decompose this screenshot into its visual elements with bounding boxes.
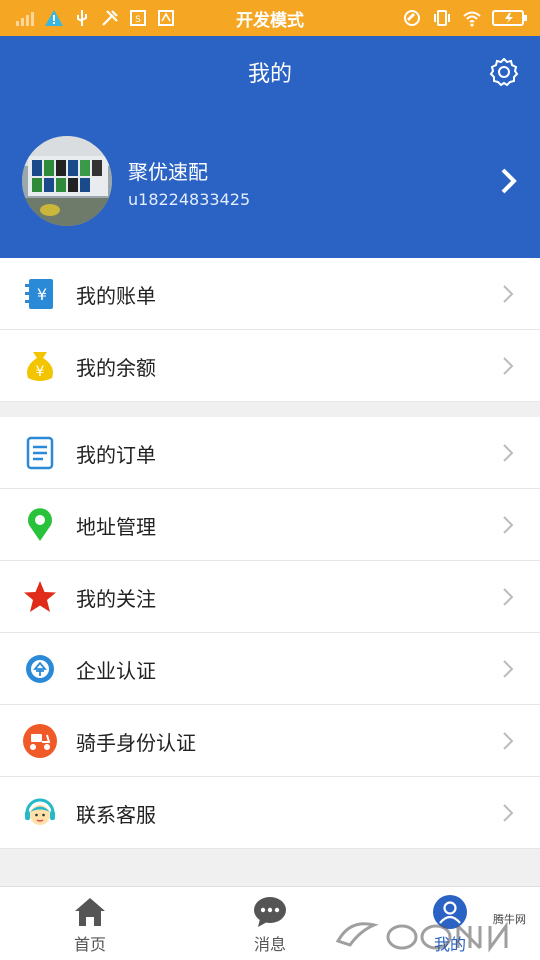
menu-item-label: 联系客服 (76, 803, 156, 827)
chevron-right-icon (503, 444, 514, 462)
status-bar: S 开发模式 (0, 0, 540, 36)
bottom-navigation: 首页 消息 我的 腾牛网 (0, 886, 540, 960)
chat-bubble-icon (254, 897, 286, 927)
menu-item-label: 地址管理 (76, 515, 156, 539)
tab-home-label: 首页 (73, 935, 106, 954)
money-bag-icon: ¥ (27, 352, 53, 381)
chevron-right-icon (503, 588, 514, 606)
user-name: 聚优速配 (128, 160, 208, 184)
profile-header: 我的 聚优速配 u18224833425 (0, 36, 540, 258)
svg-text:¥: ¥ (37, 285, 47, 304)
menu-item-label: 我的订单 (76, 443, 156, 467)
watermark-text: 腾牛网 (493, 913, 526, 926)
chevron-right-icon (503, 357, 514, 375)
scooter-icon (23, 724, 57, 758)
menu-item-customer-service[interactable]: 联系客服 (0, 777, 540, 849)
menu-item-orders[interactable]: 我的订单 (0, 417, 540, 489)
avatar[interactable] (22, 136, 112, 226)
menu-item-bill[interactable]: ¥ 我的账单 (0, 258, 540, 330)
menu-item-enterprise[interactable]: 企业认证 (0, 633, 540, 705)
menu-item-label: 我的余额 (76, 356, 156, 380)
tab-home[interactable]: 首页 (0, 887, 180, 960)
avatar-photo (22, 136, 112, 226)
chevron-right-icon (503, 660, 514, 678)
menu-group-finance: ¥ 我的账单 ¥ 我的余额 (0, 258, 540, 402)
nfc-icon (404, 10, 420, 26)
tab-mine-label: 我的 (433, 935, 466, 954)
menu-item-label: 我的账单 (76, 284, 156, 308)
enterprise-badge-icon (26, 655, 54, 683)
menu-item-address[interactable]: 地址管理 (0, 489, 540, 561)
menu-group-account: 我的订单 地址管理 我的关注 企业认证 骑手身份认证 联系客服 (0, 417, 540, 849)
bill-icon: ¥ (25, 279, 53, 309)
vibrate-icon (434, 10, 450, 26)
chevron-right-icon[interactable] (498, 166, 520, 196)
battery-icon (492, 10, 527, 26)
menu-item-label: 骑手身份认证 (76, 731, 196, 755)
order-document-icon (26, 436, 54, 470)
tab-messages[interactable]: 消息 (180, 887, 360, 960)
menu-item-label: 企业认证 (76, 659, 156, 683)
user-icon (433, 895, 467, 929)
star-icon (24, 581, 56, 612)
location-pin-icon (28, 508, 53, 541)
chevron-right-icon (503, 804, 514, 822)
menu-item-rider-verification[interactable]: 骑手身份认证 (0, 705, 540, 777)
gear-icon[interactable] (488, 56, 520, 88)
chevron-right-icon (503, 732, 514, 750)
wifi-icon (463, 11, 481, 27)
tab-messages-label: 消息 (253, 935, 286, 954)
page-title: 我的 (247, 62, 292, 87)
status-icons-right (402, 8, 528, 28)
home-icon (75, 898, 105, 926)
chevron-right-icon (503, 516, 514, 534)
svg-text:¥: ¥ (36, 364, 45, 380)
user-id: u18224833425 (128, 190, 251, 209)
customer-service-icon (25, 798, 55, 825)
menu-item-label: 我的关注 (76, 587, 156, 611)
menu-item-balance[interactable]: ¥ 我的余额 (0, 330, 540, 402)
chevron-right-icon (503, 285, 514, 303)
menu-item-follow[interactable]: 我的关注 (0, 561, 540, 633)
